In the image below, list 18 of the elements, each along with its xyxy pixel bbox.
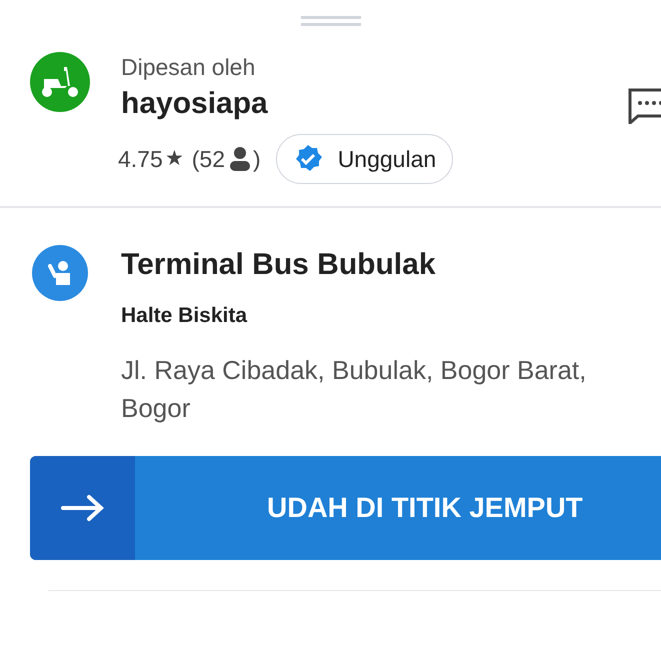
- badge-label: Unggulan: [338, 144, 436, 174]
- rating-count: (52: [192, 144, 226, 174]
- address-line: Jl. Raya Cibadak, Bubulak, Bogor Barat,: [121, 354, 586, 387]
- address-line: Bogor: [121, 392, 190, 425]
- star-icon: ★: [164, 143, 184, 175]
- scooter-icon: [30, 52, 90, 112]
- place-title: Terminal Bus Bubulak: [121, 247, 436, 283]
- rating-count-close: ): [253, 144, 261, 174]
- arrived-button[interactable]: UDAH DI TITIK JEMPUT: [30, 456, 661, 560]
- drag-handle[interactable]: [300, 16, 360, 26]
- person-icon: [229, 147, 252, 171]
- waving-person-icon: [32, 245, 88, 301]
- caption: Dipesan oleh: [121, 53, 256, 82]
- arrow-right-icon: [30, 456, 135, 560]
- rating-value: 4.75: [118, 144, 163, 174]
- user-name: hayosiapa: [121, 86, 268, 122]
- chat-icon[interactable]: [628, 88, 661, 124]
- place-subtitle: Halte Biskita: [121, 303, 248, 329]
